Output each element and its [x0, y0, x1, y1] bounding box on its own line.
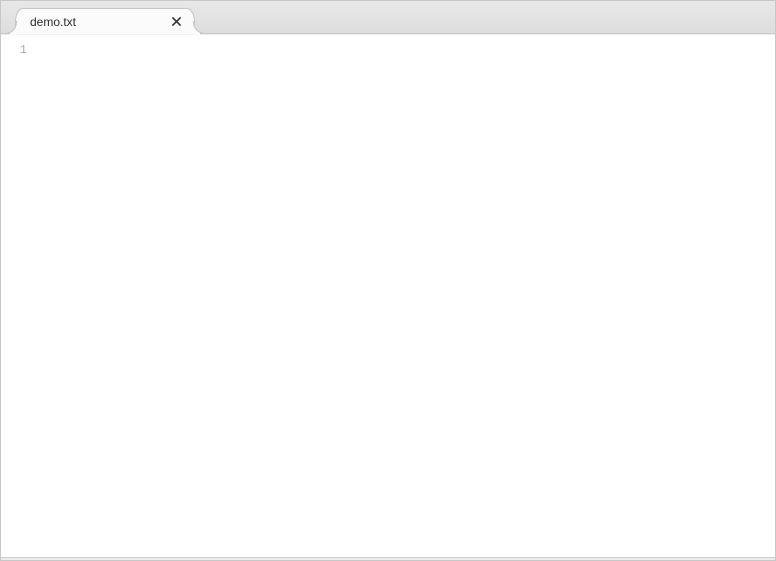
tab-label: demo.txt — [30, 15, 160, 29]
line-number-gutter: 1 — [1, 35, 39, 557]
editor-area: 1 — [1, 34, 775, 557]
close-icon[interactable] — [168, 14, 184, 30]
tab-strip: demo.txt — [1, 1, 775, 34]
status-bar — [1, 557, 775, 560]
editor-content[interactable] — [39, 35, 775, 557]
line-number: 1 — [1, 41, 39, 59]
editor-window: demo.txt 1 — [0, 0, 776, 561]
tab-demo-txt[interactable]: demo.txt — [15, 8, 195, 34]
